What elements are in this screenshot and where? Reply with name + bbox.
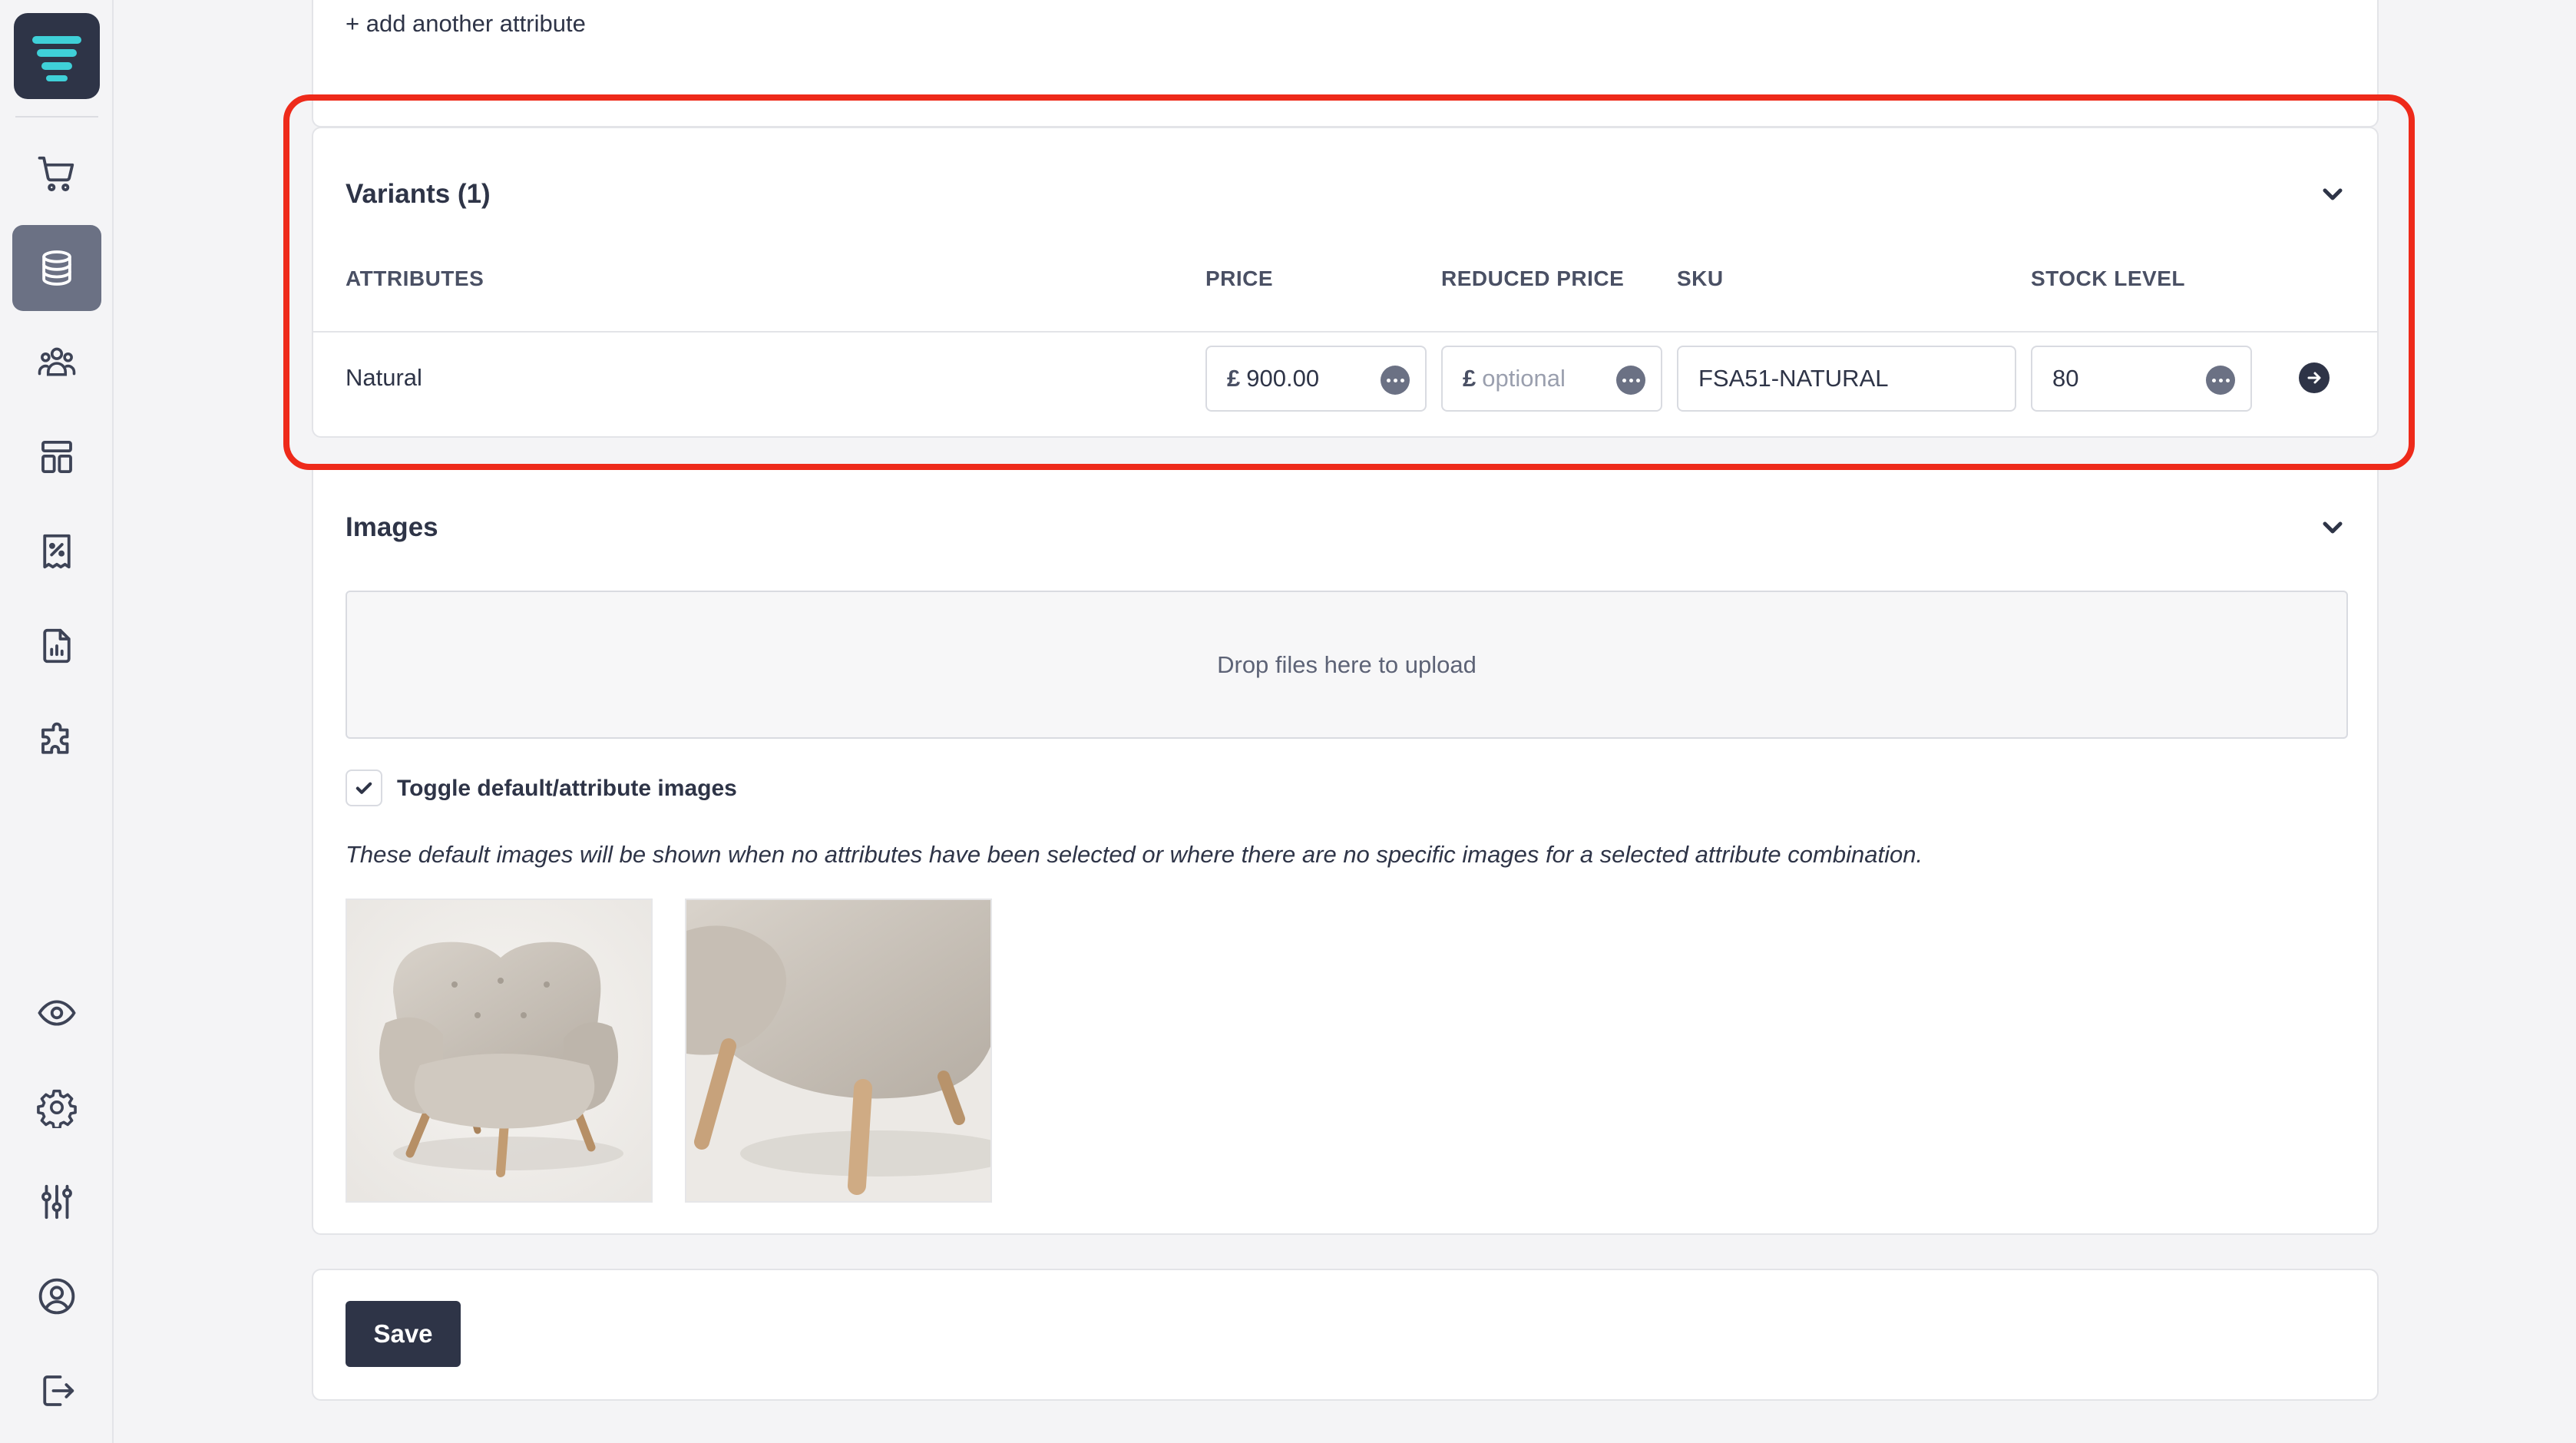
logout-icon bbox=[43, 1375, 74, 1406]
dropzone-label: Drop files here to upload bbox=[1217, 650, 1476, 678]
receipt-percent-icon bbox=[43, 534, 71, 569]
users-icon bbox=[38, 347, 76, 376]
attributes-card: + add another attribute bbox=[312, 0, 2379, 127]
reduced-price-input[interactable]: £ optional bbox=[1441, 346, 1662, 412]
column-header-price: PRICE bbox=[1205, 266, 1274, 290]
sidebar-item-products[interactable] bbox=[12, 225, 101, 311]
file-dropzone[interactable]: Drop files here to upload bbox=[346, 591, 2348, 739]
sidebar-item-customers[interactable] bbox=[12, 319, 101, 405]
variant-attribute-value: Natural bbox=[346, 364, 422, 391]
arrow-right-circle-icon[interactable] bbox=[2299, 362, 2330, 393]
column-header-stock-level: STOCK LEVEL bbox=[2031, 266, 2186, 290]
product-image-thumbnail[interactable] bbox=[346, 899, 653, 1203]
sidebar-item-settings[interactable] bbox=[12, 1064, 101, 1150]
stock-level-input[interactable]: 80 bbox=[2031, 346, 2252, 412]
images-title: Images bbox=[346, 512, 438, 542]
sidebar-item-adjustments[interactable] bbox=[12, 1159, 101, 1245]
cart-icon bbox=[38, 156, 74, 192]
stock-value: 80 bbox=[2052, 365, 2079, 392]
layout-icon bbox=[41, 440, 72, 474]
gear-icon bbox=[37, 1089, 77, 1128]
sidebar-item-plugins[interactable] bbox=[12, 697, 101, 783]
sidebar bbox=[0, 0, 114, 1443]
logo-icon[interactable] bbox=[14, 13, 100, 99]
sidebar-divider bbox=[15, 116, 98, 117]
chevron-down-icon[interactable] bbox=[2317, 512, 2348, 543]
toggle-images-checkbox[interactable] bbox=[346, 769, 382, 806]
save-card: Save bbox=[312, 1269, 2379, 1401]
user-circle-icon bbox=[38, 1278, 75, 1315]
currency-symbol: £ bbox=[1463, 365, 1476, 392]
price-input[interactable]: £ 900.00 bbox=[1205, 346, 1427, 412]
sidebar-item-logout[interactable] bbox=[12, 1348, 101, 1434]
row-divider bbox=[313, 331, 2377, 333]
armchair-image bbox=[347, 900, 651, 1201]
chevron-down-icon[interactable] bbox=[2317, 179, 2348, 210]
product-image-thumbnail[interactable] bbox=[685, 899, 992, 1203]
check-icon bbox=[355, 782, 372, 794]
price-value: 900.00 bbox=[1246, 365, 1320, 392]
variants-title: Variants (1) bbox=[346, 179, 491, 209]
images-card: Images Drop files here to upload Toggle … bbox=[312, 470, 2379, 1235]
currency-symbol: £ bbox=[1227, 365, 1241, 392]
column-header-sku: SKU bbox=[1677, 266, 1724, 290]
add-attribute-link[interactable]: + add another attribute bbox=[346, 10, 586, 38]
reduced-price-placeholder: optional bbox=[1482, 365, 1566, 392]
more-options-icon[interactable] bbox=[2206, 366, 2235, 395]
more-options-icon[interactable] bbox=[1381, 366, 1410, 395]
sidebar-item-orders[interactable] bbox=[12, 131, 101, 217]
arrow-right-icon bbox=[2307, 372, 2321, 384]
more-options-icon[interactable] bbox=[1616, 366, 1645, 395]
armchair-detail-image bbox=[686, 900, 990, 1201]
images-help-text: These default images will be shown when … bbox=[346, 841, 1923, 868]
sku-input[interactable]: FSA51-NATURAL bbox=[1677, 346, 2016, 412]
sku-value: FSA51-NATURAL bbox=[1698, 365, 1889, 392]
puzzle-icon bbox=[41, 722, 69, 754]
column-header-attributes: ATTRIBUTES bbox=[346, 266, 484, 290]
eye-icon bbox=[38, 1000, 76, 1026]
report-chart-icon bbox=[43, 628, 71, 664]
save-button[interactable]: Save bbox=[346, 1301, 461, 1367]
variants-card: Variants (1) ATTRIBUTES PRICE REDUCED PR… bbox=[312, 127, 2379, 438]
logo-mark bbox=[32, 36, 81, 81]
sliders-icon bbox=[41, 1184, 72, 1220]
toggle-images-label[interactable]: Toggle default/attribute images bbox=[397, 776, 737, 802]
sidebar-item-preview[interactable] bbox=[12, 970, 101, 1056]
sidebar-item-reports[interactable] bbox=[12, 603, 101, 689]
sidebar-item-content[interactable] bbox=[12, 414, 101, 500]
sidebar-item-account[interactable] bbox=[12, 1253, 101, 1339]
column-header-reduced-price: REDUCED PRICE bbox=[1441, 266, 1625, 290]
sidebar-item-discounts[interactable] bbox=[12, 508, 101, 594]
database-icon bbox=[42, 250, 71, 286]
